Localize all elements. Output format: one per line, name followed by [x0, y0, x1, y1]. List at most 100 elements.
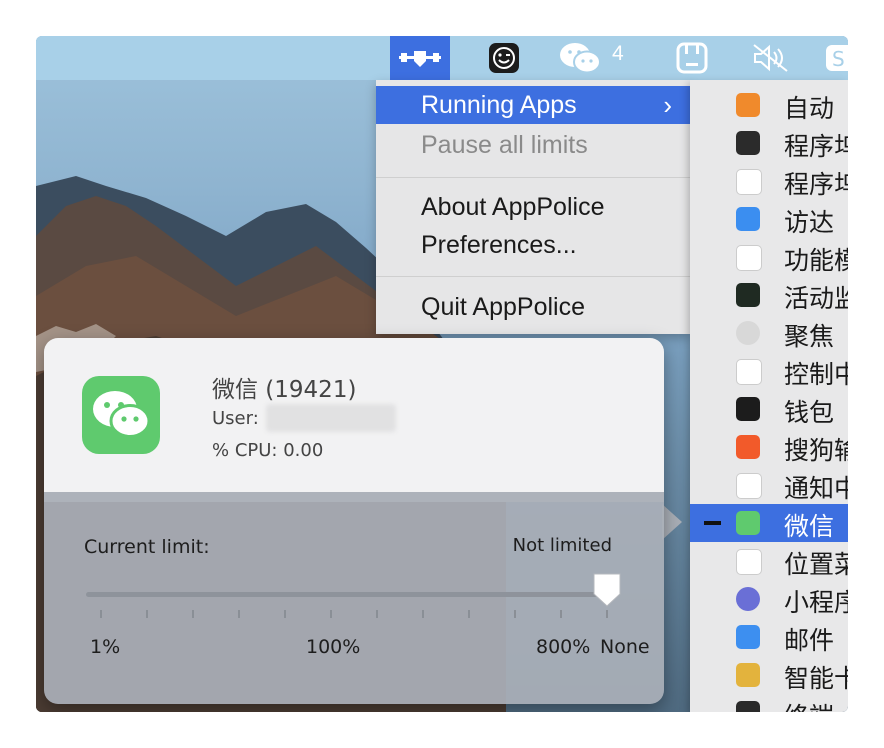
finder-icon — [736, 207, 760, 231]
submenu-item-label: 访达 — [784, 208, 835, 237]
smartcard-icon — [736, 663, 760, 687]
generic-app-icon — [736, 549, 762, 575]
generic-app-icon — [736, 473, 762, 499]
chevron-right-icon: › — [663, 90, 672, 120]
app-user-label: User: — [212, 408, 259, 429]
apppolice-menu: Running Apps › Pause all limits About Ap… — [376, 80, 690, 334]
sogou-icon[interactable]: S — [824, 36, 848, 80]
current-limit-value: Not limited — [512, 535, 612, 556]
limit-slider-knob[interactable] — [591, 572, 623, 608]
slider-tick — [422, 610, 424, 618]
terminal-icon — [736, 701, 760, 712]
submenu-item[interactable]: 终端 — [690, 694, 848, 712]
sogou-icon — [736, 435, 760, 459]
mail-icon — [736, 625, 760, 649]
menu-item-label: Preferences... — [421, 231, 577, 259]
menu-item-label: Running Apps — [421, 91, 577, 119]
slider-tick — [514, 610, 516, 618]
menu-separator — [376, 177, 690, 178]
slider-tick — [284, 610, 286, 618]
slider-tick — [560, 610, 562, 618]
popover-arrow — [662, 504, 682, 540]
limit-slider-track[interactable] — [86, 592, 606, 597]
current-limit-label: Current limit: — [84, 536, 210, 558]
submenu-item[interactable]: 控制中 — [690, 352, 848, 390]
submenu-item[interactable]: 聚焦 — [690, 314, 848, 352]
submenu-item[interactable]: 钱包 — [690, 390, 848, 428]
submenu-item-label: 邮件 — [784, 626, 835, 655]
submenu-item[interactable]: 程序坞 — [690, 124, 848, 162]
submenu-item-label: 终端 — [784, 697, 834, 712]
app-cpu-usage: % CPU: 0.00 — [212, 440, 324, 461]
menu-item-about[interactable]: About AppPolice — [376, 188, 690, 226]
apppolice-icon[interactable] — [390, 36, 450, 80]
submenu-item[interactable]: 功能模 — [690, 238, 848, 276]
mute-speaker-icon[interactable] — [748, 36, 792, 80]
slider-tick — [376, 610, 378, 618]
menu-item-preferences[interactable]: Preferences... — [376, 226, 690, 264]
miniprogram-icon — [736, 587, 760, 611]
menu-item-label: About AppPolice — [421, 193, 605, 221]
submenu-item[interactable]: 访达 — [690, 200, 848, 238]
app-limit-popover: 微信 (19421) User: % CPU: 0.00 Current lim… — [44, 338, 664, 704]
submenu-item-label: 功能模 — [784, 246, 848, 275]
submenu-item-label: 搜狗输 — [784, 436, 848, 465]
menu-item-quit[interactable]: Quit AppPolice — [376, 288, 690, 326]
redacted-username — [266, 404, 396, 432]
menu-item-pause-all-limits[interactable]: Pause all limits — [376, 126, 690, 164]
wechat-icon — [82, 376, 160, 454]
submenu-item[interactable]: 通知中 — [690, 466, 848, 504]
terminal-screen-icon — [736, 131, 760, 155]
slider-tick — [606, 610, 608, 618]
app-info-panel: 微信 (19421) User: % CPU: 0.00 — [44, 338, 664, 492]
submenu-item-label: 程序坞 — [784, 132, 848, 161]
slider-tick — [146, 610, 148, 618]
scale-label-100pct: 100% — [306, 636, 361, 658]
wechat-icon — [736, 511, 760, 535]
submenu-item-label: 智能卡 — [784, 664, 848, 693]
menu-item-label: Quit AppPolice — [421, 293, 585, 321]
submenu-item[interactable]: 搜狗输 — [690, 428, 848, 466]
shield-icon — [736, 169, 762, 195]
submenu-item[interactable]: 程序坞 — [690, 162, 848, 200]
wallet-icon — [736, 397, 760, 421]
menu-item-label: Pause all limits — [421, 131, 588, 159]
submenu-item-label: 微信 — [784, 512, 835, 541]
scale-label-none: None — [600, 636, 650, 658]
submenu-item-label: 控制中 — [784, 360, 848, 389]
submenu-item-label: 通知中 — [784, 474, 848, 503]
submenu-item[interactable]: 活动监 — [690, 276, 848, 314]
wink-face-icon[interactable] — [484, 36, 524, 80]
wechat-badge-count: 4 — [612, 42, 624, 65]
submenu-item-label: 自动 — [784, 94, 835, 123]
submenu-item[interactable]: 智能卡 — [690, 656, 848, 694]
wechat-icon[interactable] — [556, 36, 604, 80]
scale-label-800pct: 800% — [536, 636, 591, 658]
submenu-item-label: 活动监 — [784, 284, 848, 313]
slider-tick — [192, 610, 194, 618]
desktop-window: 4 S Running Apps › Pause all limits Abou… — [36, 36, 848, 712]
submenu-item[interactable]: 小程序 — [690, 580, 848, 618]
slider-tick — [238, 610, 240, 618]
slider-tick — [468, 610, 470, 618]
app-title: 微信 (19421) — [212, 377, 357, 403]
slider-tick — [330, 610, 332, 618]
submenu-item-label: 位置菜 — [784, 550, 848, 579]
scale-label-1pct: 1% — [90, 636, 121, 658]
generic-app-icon — [736, 245, 762, 271]
magnifier-icon — [736, 321, 760, 345]
activity-monitor-icon — [736, 283, 760, 307]
submenu-item[interactable]: 邮件 — [690, 618, 848, 656]
limit-panel — [44, 492, 664, 704]
svg-text:S: S — [832, 47, 845, 71]
submenu-item[interactable]: 位置菜 — [690, 542, 848, 580]
submenu-item-label: 小程序 — [784, 588, 848, 617]
bag-icon[interactable] — [672, 36, 712, 80]
submenu-item-wechat[interactable]: 微信 — [690, 504, 848, 542]
menu-bar: 4 S — [36, 36, 848, 80]
menu-item-running-apps[interactable]: Running Apps › — [376, 86, 690, 124]
slider-tick — [100, 610, 102, 618]
pages-icon — [736, 93, 760, 117]
menu-separator — [376, 276, 690, 277]
submenu-item[interactable]: 自动 — [690, 86, 848, 124]
